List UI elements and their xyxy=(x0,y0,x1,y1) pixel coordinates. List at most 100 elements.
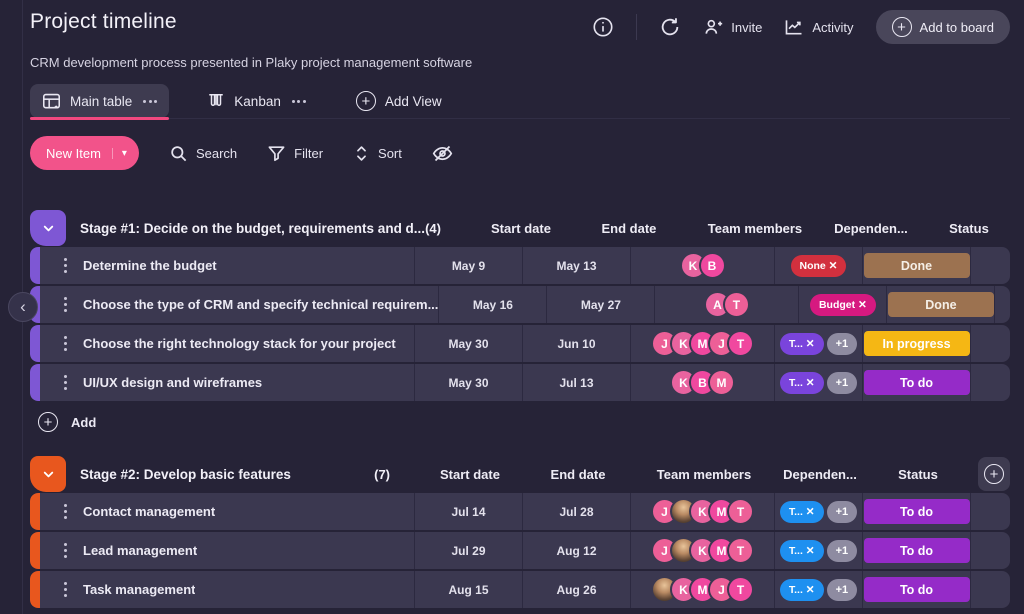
collapse-sidebar-button[interactable]: ‹ xyxy=(8,292,38,322)
dependency-badge[interactable]: T... ✕ xyxy=(780,540,824,562)
dependency-overflow-badge[interactable]: +1 xyxy=(827,372,858,394)
dependency-overflow-badge[interactable]: +1 xyxy=(827,579,858,601)
dependency-badge[interactable]: T... ✕ xyxy=(780,372,824,394)
dependency-cell[interactable]: T... ✕ +1 xyxy=(774,571,862,608)
status-cell[interactable]: In progress xyxy=(862,325,970,362)
dependency-badge[interactable]: None ✕ xyxy=(791,255,847,277)
team-members-cell[interactable]: A T xyxy=(654,286,798,323)
kebab-menu-icon[interactable] xyxy=(64,342,67,345)
end-date-cell[interactable]: Aug 12 xyxy=(522,532,630,569)
task-name-cell[interactable]: Contact management xyxy=(40,493,414,530)
status-badge[interactable]: To do xyxy=(864,370,970,395)
start-date-cell[interactable]: Aug 15 xyxy=(414,571,522,608)
invite-button[interactable]: Invite xyxy=(703,17,762,37)
start-date-cell[interactable]: May 9 xyxy=(414,247,522,284)
dependency-badge[interactable]: T... ✕ xyxy=(780,501,824,523)
collapse-group-button[interactable] xyxy=(30,456,66,492)
dependency-badge[interactable]: T... ✕ xyxy=(780,333,824,355)
dependency-badge[interactable]: Budget ✕ xyxy=(810,294,876,316)
group-title[interactable]: Stage #1: Decide on the budget, requirem… xyxy=(80,221,425,236)
dependency-cell[interactable]: T... ✕ +1 xyxy=(774,325,862,362)
status-badge[interactable]: Done xyxy=(888,292,994,317)
activity-button[interactable]: Activity xyxy=(784,17,853,37)
team-members-cell[interactable]: J K M T xyxy=(630,532,774,569)
dependency-cell[interactable]: Budget ✕ xyxy=(798,286,886,323)
kebab-menu-icon[interactable] xyxy=(64,510,67,513)
column-header-status[interactable]: Status xyxy=(915,221,1023,236)
end-date-cell[interactable]: Jul 13 xyxy=(522,364,630,401)
team-members-cell[interactable]: K B xyxy=(630,247,774,284)
table-row[interactable]: UI/UX design and wireframes May 30 Jul 1… xyxy=(30,364,1010,401)
column-header-dependencies[interactable]: Dependen... xyxy=(827,221,915,236)
info-icon[interactable] xyxy=(592,16,614,38)
team-members-cell[interactable]: J K M J T xyxy=(630,325,774,362)
table-row[interactable]: Determine the budget May 9 May 13 K B No… xyxy=(30,247,1010,284)
chevron-down-icon[interactable]: ▾ xyxy=(112,148,127,159)
dependency-cell[interactable]: T... ✕ +1 xyxy=(774,364,862,401)
task-name-cell[interactable]: Determine the budget xyxy=(40,247,414,284)
status-cell[interactable]: To do xyxy=(862,532,970,569)
column-header-start-date[interactable]: Start date xyxy=(416,467,524,482)
add-view-button[interactable]: + Add View xyxy=(344,84,454,118)
column-header-status[interactable]: Status xyxy=(864,467,972,482)
dependency-cell[interactable]: T... ✕ +1 xyxy=(774,532,862,569)
dependency-overflow-badge[interactable]: +1 xyxy=(827,333,858,355)
status-cell[interactable]: Done xyxy=(862,247,970,284)
status-badge[interactable]: In progress xyxy=(864,331,970,356)
kebab-menu-icon[interactable] xyxy=(64,549,67,552)
team-members-cell[interactable]: J K M T xyxy=(630,493,774,530)
tab-menu-icon[interactable] xyxy=(292,100,306,103)
start-date-cell[interactable]: May 30 xyxy=(414,364,522,401)
collapse-group-button[interactable] xyxy=(30,210,66,246)
hide-columns-button[interactable] xyxy=(432,143,453,164)
status-badge[interactable]: To do xyxy=(864,538,970,563)
dependency-overflow-badge[interactable]: +1 xyxy=(827,540,858,562)
start-date-cell[interactable]: Jul 29 xyxy=(414,532,522,569)
dependency-badge[interactable]: T... ✕ xyxy=(780,579,824,601)
sort-button[interactable]: Sort xyxy=(353,144,402,163)
tab-menu-icon[interactable] xyxy=(143,100,157,103)
sync-icon[interactable] xyxy=(659,16,681,38)
status-badge[interactable]: To do xyxy=(864,499,970,524)
table-row[interactable]: Task management Aug 15 Aug 26 K M J T T.… xyxy=(30,571,1010,608)
kebab-menu-icon[interactable] xyxy=(64,381,67,384)
status-badge[interactable]: Done xyxy=(864,253,970,278)
team-members-cell[interactable]: K B M xyxy=(630,364,774,401)
tab-main-table[interactable]: Main table xyxy=(30,84,169,118)
dependency-overflow-badge[interactable]: +1 xyxy=(827,501,858,523)
new-item-button[interactable]: New Item ▾ xyxy=(30,136,139,170)
task-name-cell[interactable]: Choose the right technology stack for yo… xyxy=(40,325,414,362)
column-header-end-date[interactable]: End date xyxy=(524,467,632,482)
start-date-cell[interactable]: Jul 14 xyxy=(414,493,522,530)
table-row[interactable]: Lead management Jul 29 Aug 12 J K M T T.… xyxy=(30,532,1010,569)
filter-button[interactable]: Filter xyxy=(267,144,323,163)
end-date-cell[interactable]: Jul 28 xyxy=(522,493,630,530)
end-date-cell[interactable]: Aug 26 xyxy=(522,571,630,608)
kebab-menu-icon[interactable] xyxy=(64,303,67,306)
task-name-cell[interactable]: Lead management xyxy=(40,532,414,569)
group-title[interactable]: Stage #2: Develop basic features xyxy=(80,467,291,482)
kebab-menu-icon[interactable] xyxy=(64,588,67,591)
end-date-cell[interactable]: Jun 10 xyxy=(522,325,630,362)
table-row[interactable]: Choose the right technology stack for yo… xyxy=(30,325,1010,362)
start-date-cell[interactable]: May 16 xyxy=(438,286,546,323)
end-date-cell[interactable]: May 27 xyxy=(546,286,654,323)
table-row[interactable]: Contact management Jul 14 Jul 28 J K M T… xyxy=(30,493,1010,530)
search-button[interactable]: Search xyxy=(169,144,237,163)
dependency-cell[interactable]: None ✕ xyxy=(774,247,862,284)
end-date-cell[interactable]: May 13 xyxy=(522,247,630,284)
status-cell[interactable]: To do xyxy=(862,493,970,530)
team-members-cell[interactable]: K M J T xyxy=(630,571,774,608)
status-cell[interactable]: Done xyxy=(886,286,994,323)
kebab-menu-icon[interactable] xyxy=(64,264,67,267)
task-name-cell[interactable]: Task management xyxy=(40,571,414,608)
column-header-team-members[interactable]: Team members xyxy=(683,221,827,236)
status-badge[interactable]: To do xyxy=(864,577,970,602)
add-to-board-button[interactable]: + Add to board xyxy=(876,10,1010,44)
column-header-team-members[interactable]: Team members xyxy=(632,467,776,482)
column-header-start-date[interactable]: Start date xyxy=(467,221,575,236)
tab-kanban[interactable]: Kanban xyxy=(195,84,318,118)
status-cell[interactable]: To do xyxy=(862,364,970,401)
task-name-cell[interactable]: Choose the type of CRM and specify techn… xyxy=(40,286,438,323)
status-cell[interactable]: To do xyxy=(862,571,970,608)
